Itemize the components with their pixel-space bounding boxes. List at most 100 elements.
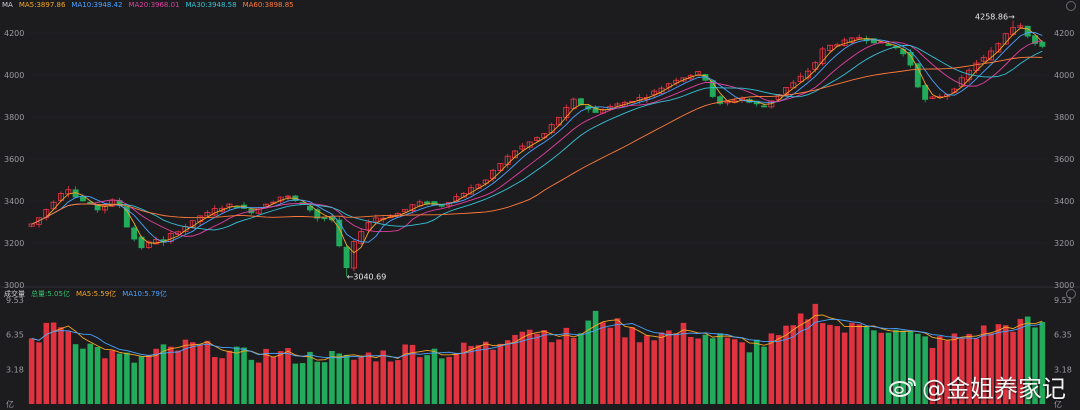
volume-bar [841,332,848,404]
volume-bar [673,333,679,404]
volume-bar [607,327,614,404]
price-tick-label-right: 4200 [1054,29,1074,38]
volume-bar [644,335,650,404]
volume-bar [695,338,701,404]
watermark: @金姐养家记 [888,369,1066,404]
volume-bar [94,347,101,404]
volume-bar [65,331,72,404]
volume-bar [439,358,445,404]
watermark-text: @金姐养家记 [922,375,1066,403]
price-tick-label-right: 3800 [1054,113,1074,122]
volume-bar [453,353,460,404]
volume-bar [812,303,819,404]
volume-bar [168,346,174,404]
candle [761,105,767,108]
volume-tick-label-left: 3.18 [6,365,24,374]
volume-bar [797,313,804,404]
volume-legend-label: 成交量 [4,290,25,298]
legend-ma10: MA10:3948.42 [71,1,123,9]
volume-bar [211,357,218,404]
candle [885,44,892,46]
legend-total-volume: 总量:5.05亿 [31,290,70,298]
volume-bar [329,350,335,404]
volume-legend: 成交量 总量:5.05亿 MA5:5.59亿 MA10:5.79亿 [4,289,167,299]
volume-bar [204,340,211,404]
candle [321,217,328,220]
volume-bar [680,322,687,404]
volume-bar [600,322,606,404]
volume-bar [504,340,511,404]
candle [1039,41,1046,47]
candle [922,85,929,100]
volume-bar [856,324,863,404]
volume-bar [490,349,496,404]
volume-bar [87,343,94,404]
volume-bar [72,344,79,404]
volume-bar [321,362,328,404]
legend-vol-ma10: MA10:5.79亿 [122,290,167,298]
volume-bar [233,346,240,404]
volume-bar [102,358,108,404]
volume-bar [724,337,731,404]
candle [577,98,584,106]
volume-bar [387,361,394,404]
volume-bar [775,335,782,404]
candle [438,204,445,207]
volume-bar [651,340,657,404]
volume-bar [849,322,855,404]
volume-bar [709,338,716,404]
weibo-icon [889,377,916,397]
volume-bar [365,352,372,404]
volume-bar [658,332,665,404]
volume-bar [629,327,635,404]
price-legend: MA MA5:3897.86 MA10:3948.42 MA20:3968.01… [2,1,294,9]
volume-bar [834,326,841,404]
volume-bar [358,356,365,404]
volume-bar [373,361,379,404]
volume-bar [380,350,386,404]
candle [343,246,350,269]
volume-bar [827,324,833,404]
volume-bar [548,342,555,404]
volume-bar [519,331,526,404]
volume-bar [299,363,306,404]
volume-bar [197,344,203,404]
price-settings-icon[interactable] [1066,1,1076,11]
candle [131,227,138,240]
volume-bar [285,348,291,404]
volume-bar [863,326,870,404]
volume-bar [80,348,86,404]
volume-bar [255,362,262,404]
volume-bar [270,356,277,404]
volume-bar [570,337,577,404]
volume-bar [482,341,489,404]
legend-ma5: MA5:3897.86 [18,1,66,9]
volume-bar [578,333,584,404]
volume-bar [226,350,233,404]
volume-bar [731,339,738,404]
volume-bar [746,352,753,404]
volume-bar [556,339,562,404]
volume-bar [248,359,255,404]
volume-bar [343,354,350,404]
volume-bar [878,332,884,404]
volume-bar [417,357,423,404]
price-tick-label-left: 3200 [4,239,24,248]
volume-bar [36,342,42,404]
candle [1024,25,1031,37]
volume-bar [28,338,35,404]
volume-bar [58,327,64,404]
price-tick-label-right: 3400 [1054,197,1074,206]
volume-settings-icon[interactable] [1066,289,1076,299]
volume-bar [219,358,225,404]
volume-bar [190,342,196,404]
legend-ma60: MA60:3898.85 [242,1,294,9]
volume-bar [541,330,548,404]
volume-bar [336,353,343,404]
volume-bar [688,337,694,404]
volume-bar [175,350,181,404]
volume-bar [534,333,540,404]
volume-bar [395,360,401,404]
volume-bar [636,342,643,404]
volume-bar [475,345,482,404]
